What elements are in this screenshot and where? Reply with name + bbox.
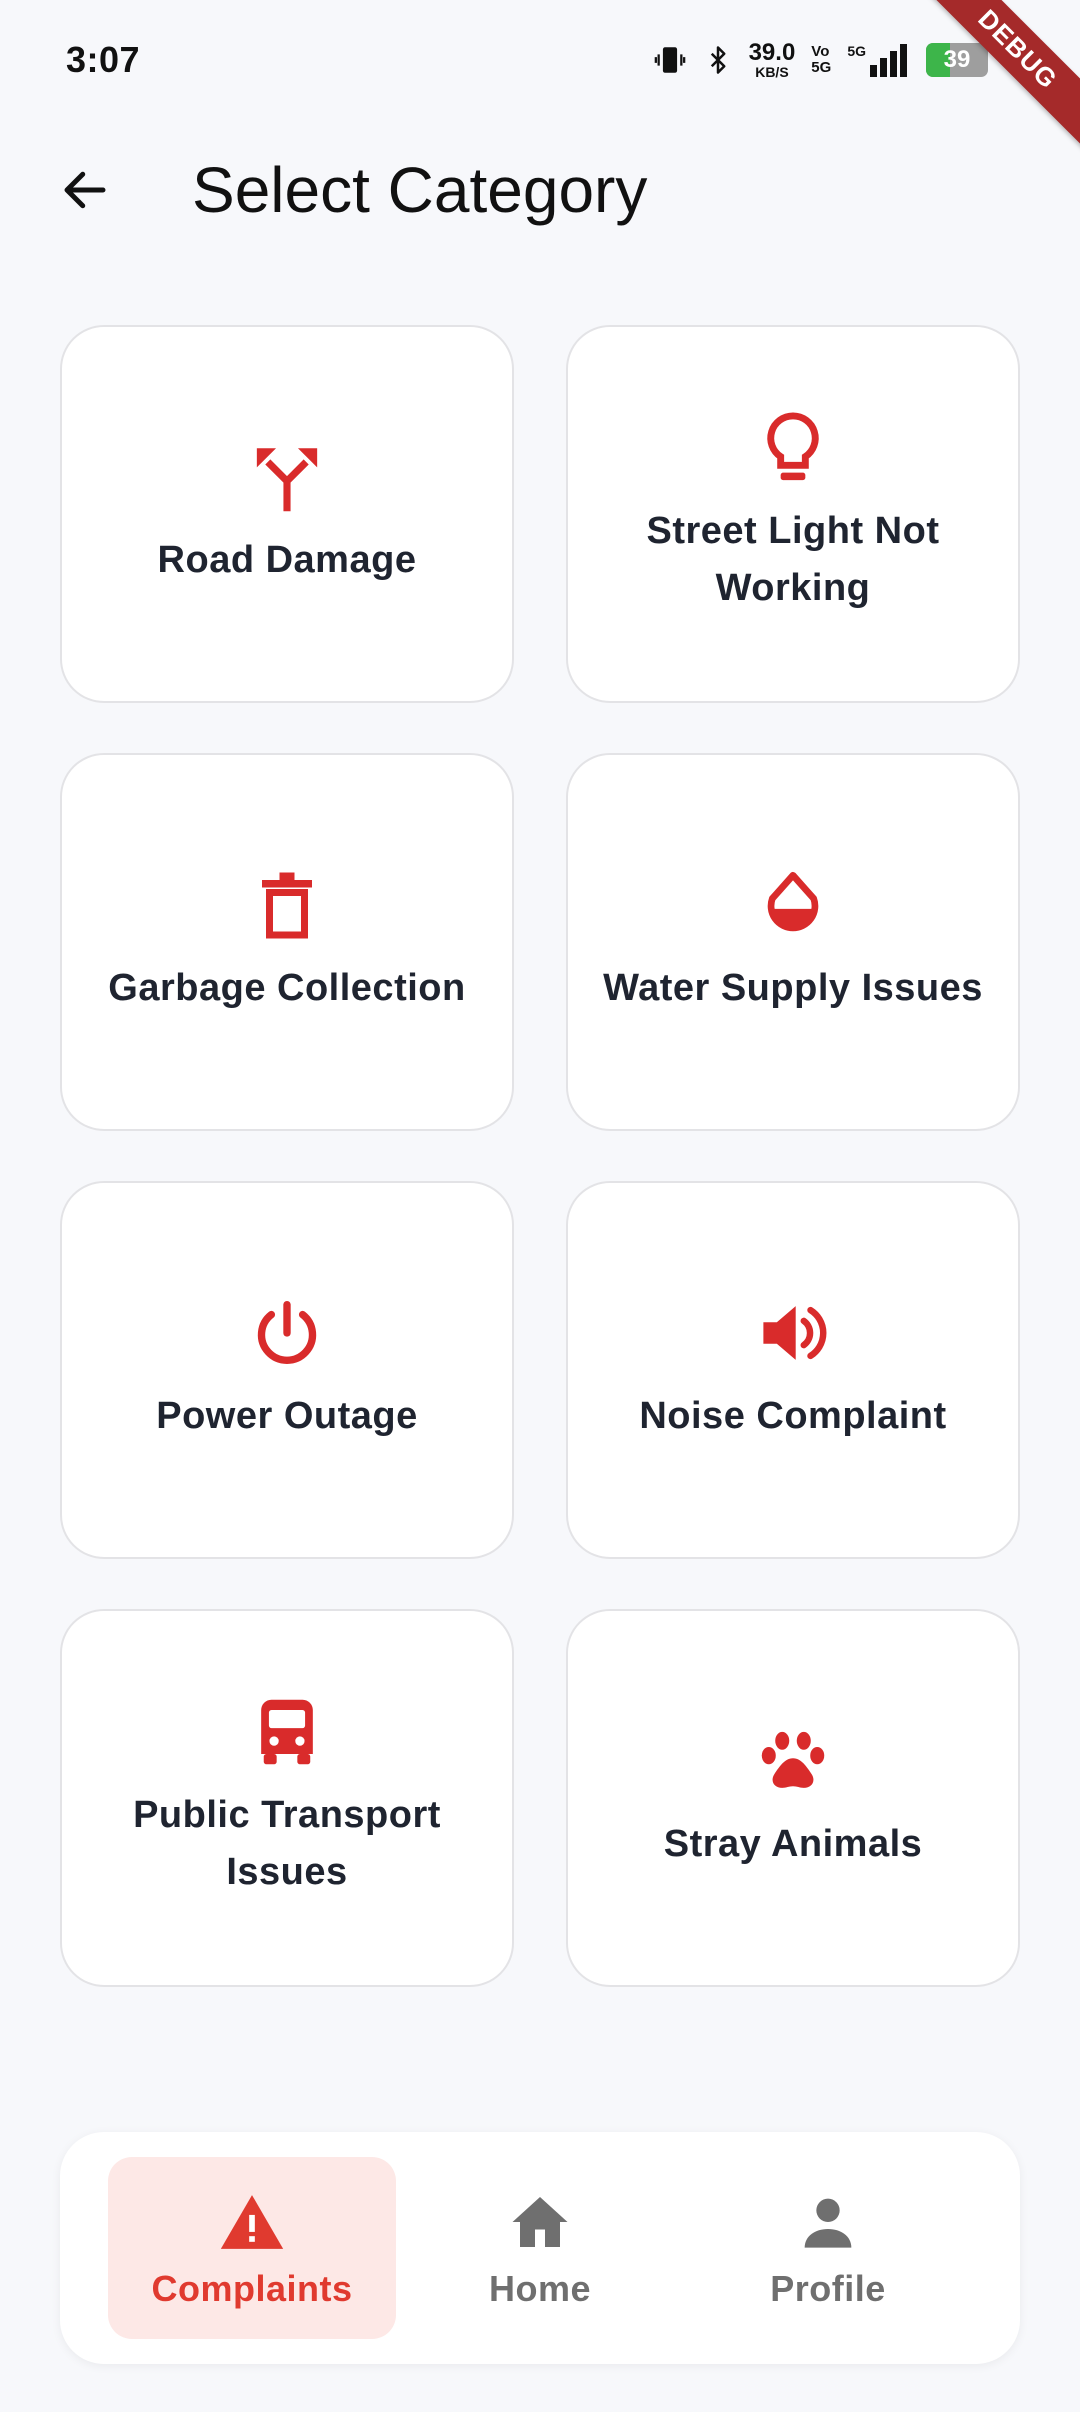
category-card-stray-animals[interactable]: Stray Animals xyxy=(566,1609,1020,1987)
home-icon xyxy=(504,2186,576,2258)
warning-icon xyxy=(216,2186,288,2258)
bottom-nav: Complaints Home Profile xyxy=(60,2132,1020,2364)
vibrate-icon xyxy=(653,43,687,77)
category-card-power-outage[interactable]: Power Outage xyxy=(60,1181,514,1559)
back-button[interactable] xyxy=(40,145,130,235)
category-label: Public Transport Issues xyxy=(133,1794,441,1893)
signal-icon: 5G xyxy=(847,43,910,77)
volte-indicator: Vo 5G xyxy=(811,43,832,76)
arrow-back-icon xyxy=(64,171,106,209)
status-icons: 39.0 KB/S Vo 5G 5G 39 xyxy=(653,41,988,79)
nav-label: Complaints xyxy=(151,2268,353,2309)
nav-item-complaints[interactable]: Complaints xyxy=(108,2157,396,2339)
bus-icon xyxy=(250,1695,324,1769)
category-card-public-transport[interactable]: Public Transport Issues xyxy=(60,1609,514,1987)
page-title: Select Category xyxy=(192,154,648,226)
category-card-noise[interactable]: Noise Complaint xyxy=(566,1181,1020,1559)
category-label: Water Supply Issues xyxy=(603,966,983,1009)
nav-label: Profile xyxy=(770,2268,886,2309)
bluetooth-icon xyxy=(703,43,733,77)
category-card-water-supply[interactable]: Water Supply Issues xyxy=(566,753,1020,1131)
category-label: Street Light Not Working xyxy=(646,510,940,609)
category-label: Power Outage xyxy=(156,1394,418,1437)
status-bar: 3:07 39.0 KB/S Vo 5G 5G 39 xyxy=(0,0,1080,120)
nav-item-home[interactable]: Home xyxy=(396,2157,684,2339)
app-bar: Select Category xyxy=(0,120,1080,260)
battery-indicator: 39 xyxy=(926,43,988,77)
paw-icon xyxy=(756,1724,830,1798)
speaker-icon xyxy=(756,1296,830,1370)
category-card-road-damage[interactable]: Road Damage xyxy=(60,325,514,703)
power-icon xyxy=(250,1296,324,1370)
category-grid: Road Damage Street Light Not Working Gar… xyxy=(60,325,1020,1987)
category-label: Garbage Collection xyxy=(108,966,466,1009)
category-card-garbage[interactable]: Garbage Collection xyxy=(60,753,514,1131)
person-icon xyxy=(792,2186,864,2258)
trash-icon xyxy=(250,868,324,942)
water-drop-icon xyxy=(756,868,830,942)
lightbulb-icon xyxy=(756,411,830,485)
nav-label: Home xyxy=(488,2268,592,2309)
category-label: Stray Animals xyxy=(663,1822,923,1865)
status-time: 3:07 xyxy=(66,39,141,80)
category-card-street-light[interactable]: Street Light Not Working xyxy=(566,325,1020,703)
category-label: Road Damage xyxy=(157,538,417,581)
network-speed: 39.0 KB/S xyxy=(748,39,796,80)
nav-item-profile[interactable]: Profile xyxy=(684,2157,972,2339)
fork-road-icon xyxy=(250,440,324,514)
category-label: Noise Complaint xyxy=(639,1394,947,1437)
